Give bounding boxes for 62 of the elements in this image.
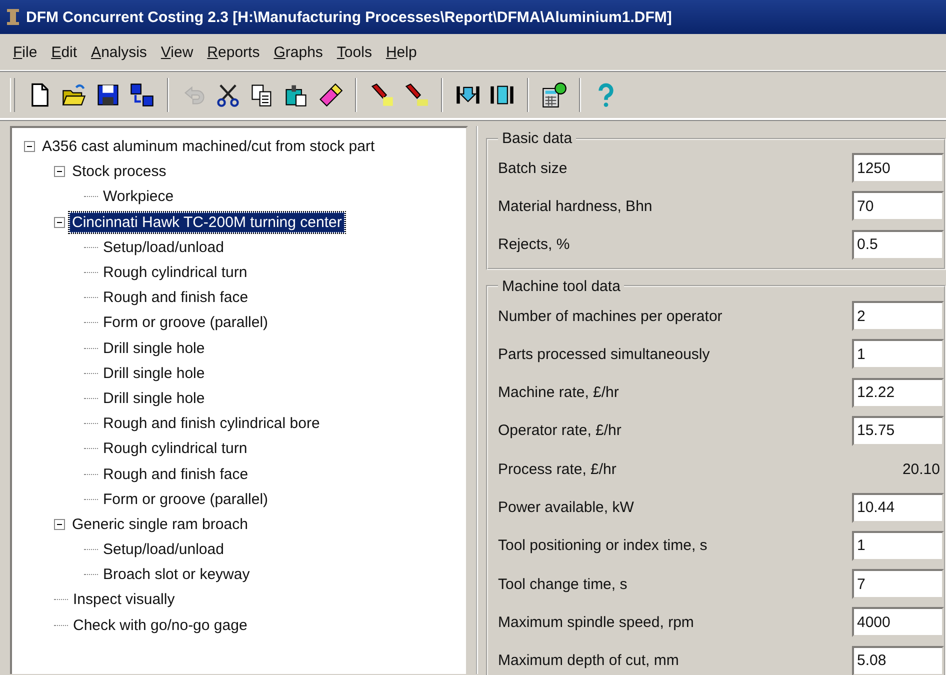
field-label: Power available, kW: [498, 499, 634, 516]
menu-item[interactable]: File: [6, 44, 44, 60]
input-field[interactable]: 1: [852, 339, 944, 370]
tree-item[interactable]: Rough and finish face: [100, 464, 252, 485]
input-field[interactable]: 70: [852, 191, 944, 222]
collapse-toggle[interactable]: [54, 518, 65, 530]
menu-item[interactable]: Edit: [44, 44, 84, 60]
tree-item[interactable]: Inspect visually: [70, 589, 178, 610]
menu-item[interactable]: Help: [378, 44, 424, 60]
tree-item[interactable]: Setup/load/unload: [100, 539, 227, 560]
group-title: Machine tool data: [501, 278, 622, 295]
field-label: Maximum spindle speed, rpm: [498, 614, 694, 631]
field-label: Parts processed simultaneously: [498, 346, 710, 363]
field-label: Rejects, %: [498, 236, 570, 254]
tree-item[interactable]: Rough cylindrical turn: [100, 438, 250, 460]
input-field[interactable]: 4000: [852, 607, 944, 638]
field-label: Tool change time, s: [498, 576, 628, 593]
input-field[interactable]: 2: [852, 301, 944, 332]
input-field[interactable]: 7: [852, 569, 944, 600]
computed-value: 20.10: [901, 460, 941, 478]
tree-item[interactable]: Generic single ram broach: [69, 514, 251, 535]
tree-item[interactable]: Form or groove (parallel): [100, 312, 272, 334]
menu-item[interactable]: Tools: [330, 44, 379, 60]
tree-item[interactable]: Broach slot or keyway: [100, 564, 253, 586]
tree-item[interactable]: A356 cast aluminum machined/cut from stock part: [39, 136, 378, 158]
tree-item[interactable]: Rough and finish cylindrical bore: [100, 413, 323, 434]
input-field[interactable]: 10.44: [852, 492, 944, 523]
window-title: DFM Concurrent Costing 2.3 [H:\Manufacturing Processes\Report\DFMA\Aluminium1.DFM]: [26, 8, 672, 26]
tree-item[interactable]: Check with go/no-go gage: [70, 614, 250, 636]
tree-item[interactable]: Rough cylindrical turn: [100, 262, 250, 284]
collapse-toggle[interactable]: [54, 216, 65, 228]
input-field[interactable]: 12.22: [852, 378, 944, 408]
collapse-toggle[interactable]: [54, 166, 65, 178]
field-label: Maximum depth of cut, mm: [498, 652, 679, 670]
menu-item[interactable]: Graphs: [266, 44, 330, 60]
field-label: Process rate, £/hr: [498, 460, 616, 478]
tree-item[interactable]: Stock process: [69, 161, 170, 182]
field-label: Batch size: [498, 160, 568, 177]
tree-item[interactable]: Setup/load/unload: [100, 236, 227, 258]
tree-item[interactable]: Form or groove (parallel): [100, 488, 272, 510]
collapse-toggle[interactable]: [24, 141, 35, 152]
input-field[interactable]: 15.75: [852, 416, 944, 446]
input-field[interactable]: 5.08: [852, 646, 944, 675]
field-label: Material hardness, Bhn: [498, 198, 652, 215]
input-field[interactable]: 0.5: [852, 230, 944, 260]
tree-item[interactable]: Drill single hole: [100, 362, 208, 384]
field-label: Operator rate, £/hr: [498, 422, 622, 440]
tree-item[interactable]: Workpiece: [100, 186, 177, 208]
tree-item[interactable]: Cincinnati Hawk TC-200M turning center: [69, 212, 345, 233]
field-label: Machine rate, £/hr: [498, 384, 619, 402]
field-label: Number of machines per operator: [498, 308, 722, 325]
group-title: Basic data: [501, 130, 574, 147]
menu-item[interactable]: Analysis: [84, 44, 154, 60]
menu-item[interactable]: Reports: [200, 44, 267, 60]
menu-item[interactable]: View: [154, 44, 200, 60]
tree-item[interactable]: Rough and finish face: [100, 287, 252, 308]
field-label: Tool positioning or index time, s: [498, 537, 708, 554]
tree-item[interactable]: Drill single hole: [100, 388, 208, 409]
input-field[interactable]: 1250: [852, 153, 944, 184]
app-icon: [6, 7, 20, 27]
tree-item[interactable]: Drill single hole: [100, 338, 208, 359]
input-field[interactable]: 1: [852, 530, 944, 561]
